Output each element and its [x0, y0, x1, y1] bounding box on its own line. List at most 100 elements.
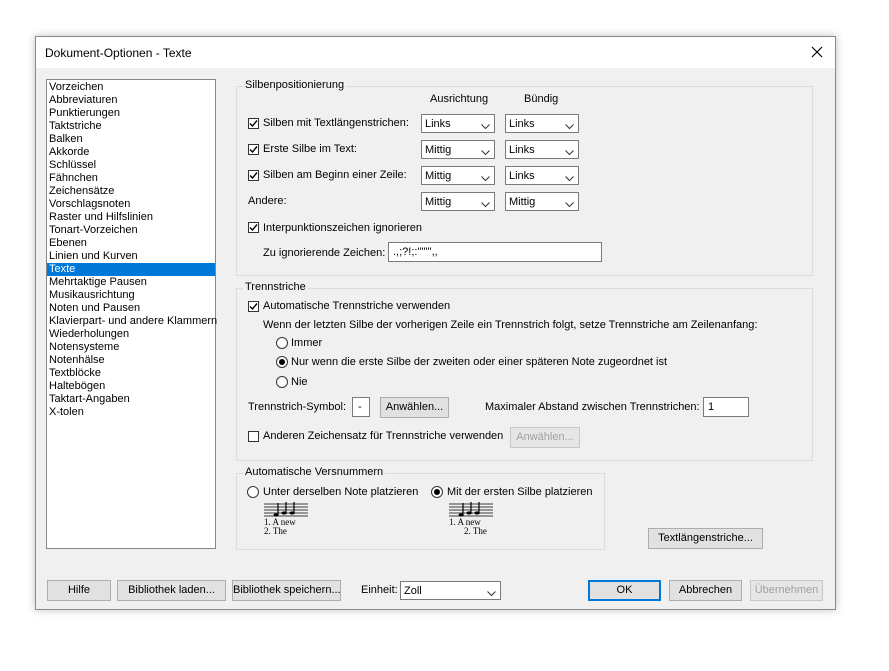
syllable-row-checkbox[interactable]	[248, 144, 259, 155]
hyphens-legend: Trennstriche	[243, 281, 308, 293]
other-font-choose-button[interactable]: Anwählen...	[510, 427, 580, 448]
category-item[interactable]: Wiederholungen	[47, 328, 215, 341]
alignment-select-value: Mittig	[425, 196, 452, 208]
flush-select-value: Links	[509, 170, 535, 182]
category-item[interactable]: Linien und Kurven	[47, 250, 215, 263]
hyphen-option-never-radio[interactable]	[276, 376, 288, 388]
hyphen-symbol-input[interactable]: -	[352, 397, 370, 417]
chevron-down-icon	[481, 147, 490, 159]
flush-select[interactable]: Links	[505, 114, 579, 133]
cancel-button[interactable]: Abbrechen	[669, 580, 742, 601]
chevron-down-icon	[565, 121, 574, 133]
chevron-down-icon	[565, 147, 574, 159]
category-item[interactable]: Raster und Hilfslinien	[47, 211, 215, 224]
category-item[interactable]: Musikausrichtung	[47, 289, 215, 302]
close-icon[interactable]	[807, 42, 827, 62]
category-item[interactable]: Klavierpart- und andere Klammern	[47, 315, 217, 328]
category-item[interactable]: Fähnchen	[47, 172, 215, 185]
category-item[interactable]: Vorzeichen	[47, 81, 215, 94]
save-library-button[interactable]: Bibliothek speichern...	[232, 580, 341, 601]
category-item[interactable]: Mehrtaktige Pausen	[47, 276, 215, 289]
category-item[interactable]: Tonart-Vorzeichen	[47, 224, 215, 237]
category-item[interactable]: X-tolen	[47, 406, 215, 419]
other-font-checkbox[interactable]	[248, 431, 259, 442]
ok-button[interactable]: OK	[588, 580, 661, 601]
title-bar: Dokument-Optionen - Texte	[36, 37, 835, 68]
alignment-select[interactable]: Mittig	[421, 140, 495, 159]
unit-select[interactable]: Zoll	[400, 581, 501, 600]
category-item[interactable]: Abbreviaturen	[47, 94, 215, 107]
category-item[interactable]: Taktart-Angaben	[47, 393, 215, 406]
hyphen-symbol-label: Trennstrich-Symbol:	[248, 401, 347, 413]
unit-select-value: Zoll	[404, 585, 422, 597]
flush-select-value: Links	[509, 118, 535, 130]
syllable-row-checkbox[interactable]	[248, 118, 259, 129]
flush-select-value: Mittig	[509, 196, 536, 208]
other-font-label: Anderen Zeichensatz für Trennstriche ver…	[263, 430, 504, 442]
load-library-button[interactable]: Bibliothek laden...	[117, 580, 226, 601]
verse-first-syllable-radio[interactable]	[431, 486, 443, 498]
category-item[interactable]: Notensysteme	[47, 341, 215, 354]
hyphens-description: Wenn der letzten Silbe der vorherigen Ze…	[263, 319, 758, 331]
category-item[interactable]: Balken	[47, 133, 215, 146]
help-button[interactable]: Hilfe	[47, 580, 111, 601]
alignment-column-header: Ausrichtung	[430, 93, 489, 105]
category-item[interactable]: Ebenen	[47, 237, 215, 250]
hyphen-option-later-note-label: Nur wenn die erste Silbe der zweiten ode…	[291, 356, 668, 368]
category-item[interactable]: Taktstriche	[47, 120, 215, 133]
text-extension-button[interactable]: Textlängenstriche...	[648, 528, 763, 549]
category-item[interactable]: Textblöcke	[47, 367, 215, 380]
verse-same-note-radio[interactable]	[247, 486, 259, 498]
category-item[interactable]: Notenhälse	[47, 354, 215, 367]
apply-button[interactable]: Übernehmen	[750, 580, 823, 601]
verse-preview1-line2: 2. The	[264, 526, 287, 536]
alignment-select[interactable]: Mittig	[421, 192, 495, 211]
chevron-down-icon	[565, 173, 574, 185]
category-item[interactable]: Texte	[47, 263, 215, 276]
flush-column-header: Bündig	[524, 93, 559, 105]
chevron-down-icon	[565, 199, 574, 211]
flush-select-value: Links	[509, 144, 535, 156]
alignment-select-value: Links	[425, 118, 451, 130]
category-item[interactable]: Zeichensätze	[47, 185, 215, 198]
syllable-row-label: Andere:	[248, 195, 287, 207]
syllable-row-label: Silben am Beginn einer Zeile:	[263, 169, 407, 181]
flush-select[interactable]: Links	[505, 140, 579, 159]
hyphen-option-always-label: Immer	[291, 337, 323, 349]
hyphen-option-never-label: Nie	[291, 376, 308, 388]
options-dialog: Dokument-Optionen - Texte Vorzeichen Abbr…	[35, 36, 836, 610]
hyphen-option-later-note-radio[interactable]	[276, 356, 288, 368]
syllable-row-label: Silben mit Textlängenstrichen:	[263, 117, 409, 129]
category-item[interactable]: Vorschlagsnoten	[47, 198, 215, 211]
category-item[interactable]: Punktierungen	[47, 107, 215, 120]
alignment-select[interactable]: Links	[421, 114, 495, 133]
ignore-chars-label: Zu ignorierende Zeichen:	[263, 247, 386, 259]
hyphen-option-always-radio[interactable]	[276, 337, 288, 349]
category-item[interactable]: Schlüssel	[47, 159, 215, 172]
ignore-chars-input[interactable]: .,;?!;:'""'',,	[388, 242, 602, 262]
category-item[interactable]: Akkorde	[47, 146, 215, 159]
verse-legend: Automatische Versnummern	[243, 466, 386, 478]
verse-first-syllable-label: Mit der ersten Silbe platzieren	[447, 486, 593, 498]
chevron-down-icon	[487, 588, 496, 600]
alignment-select-value: Mittig	[425, 170, 452, 182]
ignore-punctuation-label: Interpunktionszeichen ignorieren	[263, 222, 422, 234]
category-list[interactable]: Vorzeichen Abbreviaturen Punktierungen Takt…	[46, 79, 217, 549]
chevron-down-icon	[481, 121, 490, 133]
category-item[interactable]: Haltebögen	[47, 380, 215, 393]
unit-label: Einheit:	[361, 584, 398, 596]
flush-select[interactable]: Links	[505, 166, 579, 185]
ignore-punctuation-checkbox[interactable]	[248, 222, 259, 233]
max-distance-input[interactable]: 1	[703, 397, 749, 417]
chevron-down-icon	[481, 173, 490, 185]
verse-same-note-label: Unter derselben Note platzieren	[263, 486, 419, 498]
hyphen-symbol-choose-button[interactable]: Anwählen...	[380, 397, 449, 418]
alignment-select-value: Mittig	[425, 144, 452, 156]
flush-select[interactable]: Mittig	[505, 192, 579, 211]
alignment-select[interactable]: Mittig	[421, 166, 495, 185]
category-item[interactable]: Noten und Pausen	[47, 302, 215, 315]
syllable-legend: Silbenpositionierung	[243, 79, 347, 91]
chevron-down-icon	[481, 199, 490, 211]
syllable-row-checkbox[interactable]	[248, 170, 259, 181]
auto-hyphens-checkbox[interactable]	[248, 301, 259, 312]
